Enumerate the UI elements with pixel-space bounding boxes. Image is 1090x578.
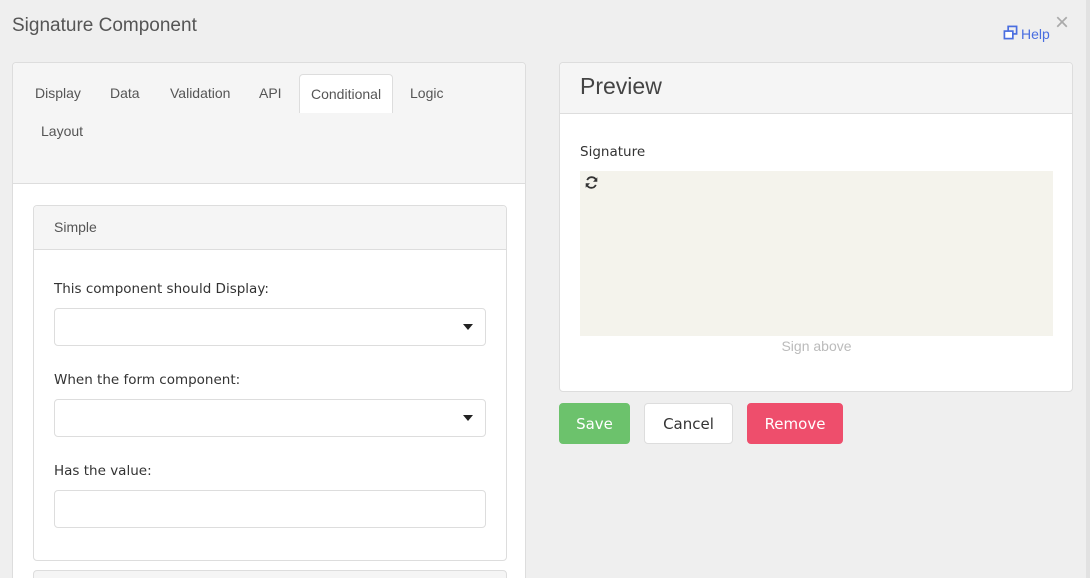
signature-pad[interactable]	[580, 171, 1053, 336]
caret-down-icon	[463, 415, 473, 421]
settings-panel: Display Data Validation API Conditional …	[12, 62, 526, 578]
help-link[interactable]: Help	[1003, 25, 1050, 43]
modal-title: Signature Component	[12, 15, 197, 36]
external-window-icon	[1003, 25, 1018, 43]
preview-title: Preview	[560, 63, 1072, 114]
tab-bar: Display Data Validation API Conditional …	[13, 63, 525, 184]
tab-data[interactable]: Data	[99, 74, 151, 112]
help-label: Help	[1021, 26, 1050, 42]
display-condition-select[interactable]	[54, 308, 486, 346]
tab-conditional[interactable]: Conditional	[299, 74, 394, 113]
simple-card-header: Simple	[34, 206, 506, 250]
when-component-label: When the form component:	[54, 372, 241, 388]
display-condition-label: This component should Display:	[54, 281, 269, 297]
tab-validation[interactable]: Validation	[159, 74, 241, 112]
signature-label: Signature	[580, 144, 646, 160]
tab-display[interactable]: Display	[24, 74, 92, 112]
tab-logic[interactable]: Logic	[399, 74, 454, 112]
scrollbar[interactable]	[1086, 0, 1090, 578]
refresh-icon[interactable]	[584, 175, 599, 190]
caret-down-icon	[463, 324, 473, 330]
simple-conditional-card: Simple This component should Display: Wh…	[33, 205, 507, 561]
save-button[interactable]: Save	[559, 403, 630, 444]
tab-layout[interactable]: Layout	[30, 112, 94, 150]
advanced-conditional-card	[33, 570, 507, 578]
has-value-label: Has the value:	[54, 463, 152, 479]
when-component-select[interactable]	[54, 399, 486, 437]
cancel-button[interactable]: Cancel	[644, 403, 733, 444]
close-icon[interactable]: ×	[1055, 11, 1069, 35]
sign-above-hint: Sign above	[781, 338, 852, 354]
tab-api[interactable]: API	[248, 74, 293, 112]
remove-button[interactable]: Remove	[747, 403, 843, 444]
has-value-input[interactable]	[54, 490, 486, 528]
preview-panel: Preview Signature Sign above	[559, 62, 1073, 392]
